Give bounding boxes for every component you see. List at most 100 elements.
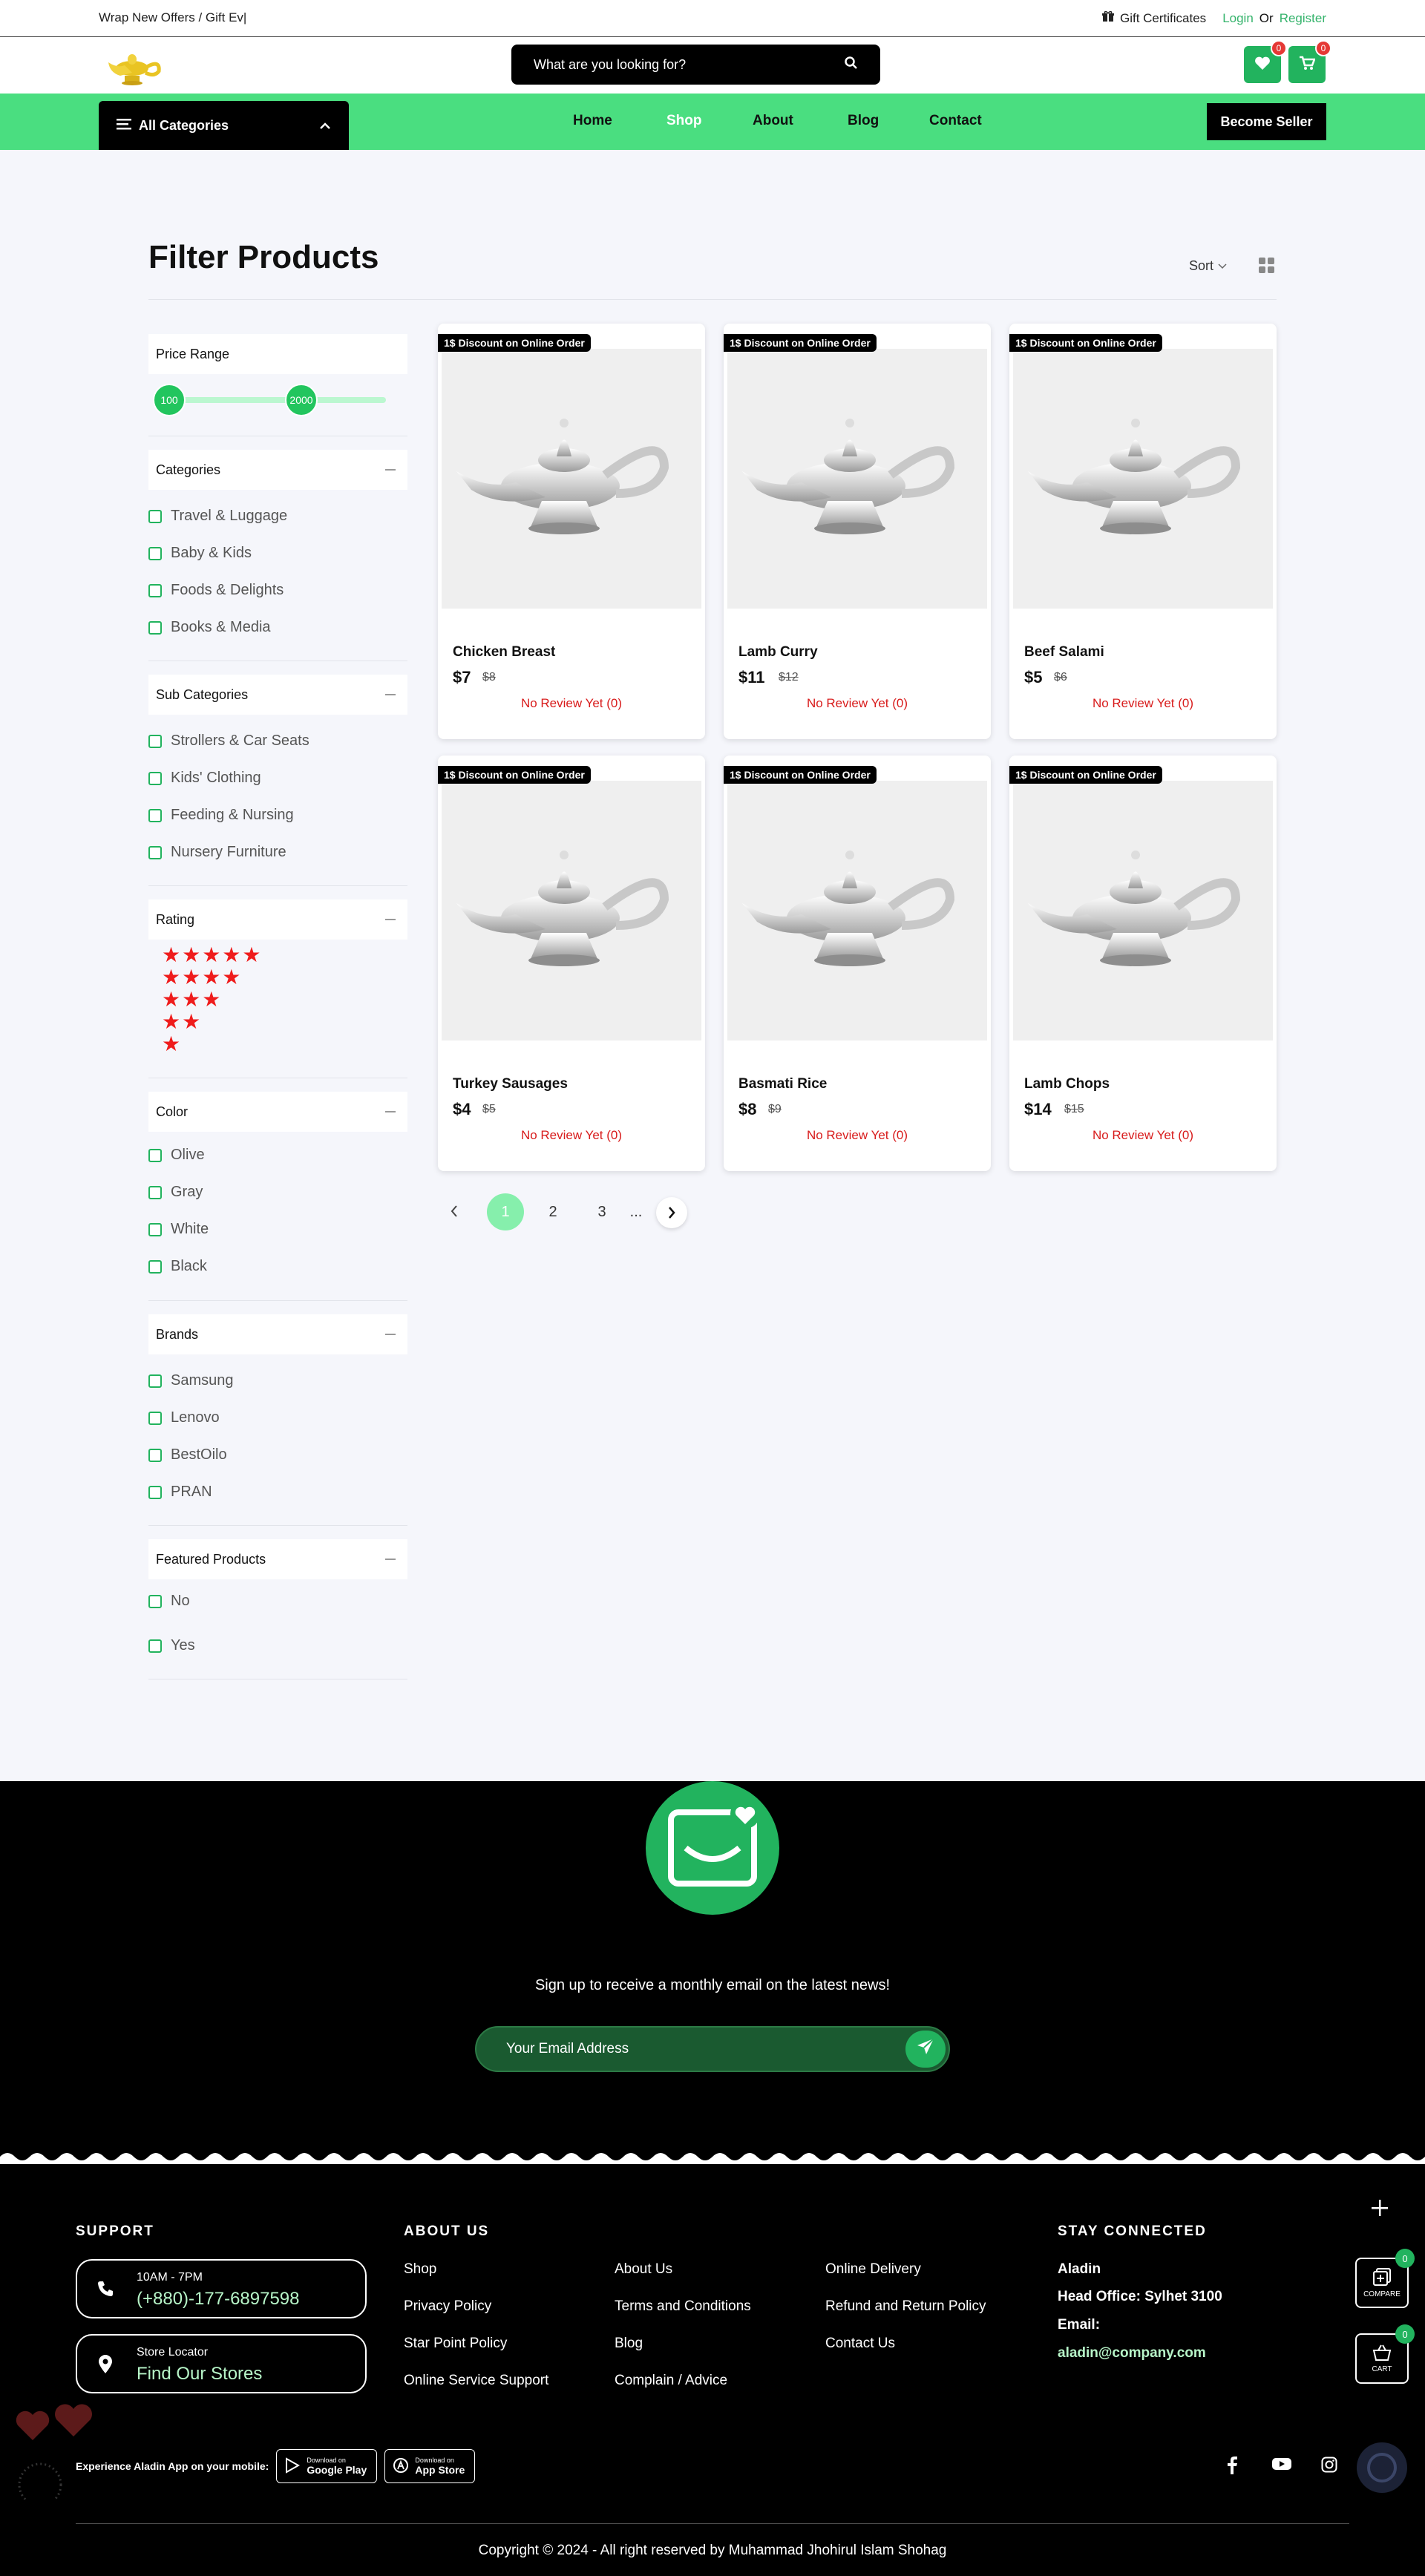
- support-phone-box[interactable]: 10AM - 7PM (+880)-177-6897598: [76, 2259, 367, 2318]
- collapse-icon[interactable]: [385, 1334, 396, 1335]
- footer-link[interactable]: About Us: [615, 2261, 672, 2278]
- store-locator-box[interactable]: Store Locator Find Our Stores: [76, 2334, 367, 2393]
- footer-link[interactable]: Online Service Support: [404, 2373, 548, 2389]
- product-name[interactable]: Basmati Rice: [738, 1076, 827, 1092]
- sub-categories-header[interactable]: Sub Categories: [148, 675, 407, 715]
- rating-1-star[interactable]: ★: [162, 1033, 182, 1055]
- checkbox[interactable]: [148, 1148, 162, 1162]
- category-checkbox[interactable]: Travel & Luggage: [148, 508, 287, 525]
- rating-header[interactable]: Rating: [148, 899, 407, 940]
- page-1-button[interactable]: 1: [487, 1193, 524, 1230]
- checkbox[interactable]: [148, 771, 162, 785]
- footer-link[interactable]: Shop: [404, 2261, 436, 2278]
- email-input[interactable]: Your Email Address: [506, 2041, 629, 2057]
- footer-link[interactable]: Star Point Policy: [404, 2336, 507, 2352]
- checkbox[interactable]: [148, 1485, 162, 1499]
- product-image[interactable]: [727, 349, 987, 609]
- send-button[interactable]: [905, 2031, 946, 2068]
- footer-link[interactable]: Terms and Conditions: [615, 2298, 751, 2315]
- checkbox[interactable]: [148, 1639, 162, 1653]
- checkbox[interactable]: [148, 620, 162, 635]
- featured-checkbox[interactable]: Yes: [148, 1637, 195, 1654]
- collapse-icon[interactable]: [385, 919, 396, 920]
- prev-page-icon[interactable]: [445, 1201, 463, 1222]
- footer-link[interactable]: Privacy Policy: [404, 2298, 491, 2315]
- collapse-icon[interactable]: [385, 694, 396, 695]
- cart-button[interactable]: 0: [1288, 40, 1331, 83]
- become-seller-button[interactable]: Become Seller: [1207, 103, 1326, 140]
- brand-checkbox[interactable]: BestOilo: [148, 1446, 227, 1464]
- checkbox[interactable]: [148, 509, 162, 523]
- product-card[interactable]: 1$ Discount on Online Order Beef Salami $5…: [1009, 324, 1277, 739]
- color-checkbox[interactable]: Gray: [148, 1184, 203, 1201]
- login-link[interactable]: Login: [1222, 11, 1254, 26]
- brand-checkbox[interactable]: PRAN: [148, 1484, 212, 1501]
- nav-shop[interactable]: Shop: [666, 113, 702, 129]
- google-play-button[interactable]: Download on Google Play: [276, 2449, 378, 2483]
- footer-link[interactable]: Online Delivery: [825, 2261, 921, 2278]
- product-name[interactable]: Lamb Curry: [738, 644, 818, 661]
- sort-dropdown[interactable]: Sort: [1189, 258, 1228, 274]
- collapse-icon[interactable]: [385, 469, 396, 471]
- product-image[interactable]: [442, 781, 701, 1040]
- support-phone[interactable]: (+880)-177-6897598: [137, 2289, 300, 2310]
- page-2-button[interactable]: 2: [538, 1193, 568, 1230]
- nav-about[interactable]: About: [753, 113, 793, 129]
- product-card[interactable]: 1$ Discount on Online Order Lamb Chops $14…: [1009, 756, 1277, 1171]
- sub-category-checkbox[interactable]: Strollers & Car Seats: [148, 733, 309, 750]
- all-categories-dropdown[interactable]: All Categories: [99, 101, 349, 150]
- brand-checkbox[interactable]: Lenovo: [148, 1409, 220, 1426]
- grid-view-icon[interactable]: [1259, 258, 1275, 278]
- product-image[interactable]: [1013, 349, 1273, 609]
- price-max-handle[interactable]: 2000: [285, 384, 318, 416]
- brand-checkbox[interactable]: Samsung: [148, 1372, 234, 1389]
- product-name[interactable]: Chicken Breast: [453, 644, 555, 661]
- search-input[interactable]: What are you looking for?: [534, 57, 845, 73]
- sub-category-checkbox[interactable]: Feeding & Nursing: [148, 807, 294, 824]
- rating-4-stars[interactable]: ★★★★: [162, 966, 242, 989]
- product-card[interactable]: 1$ Discount on Online Order Basmati Rice $…: [724, 756, 991, 1171]
- checkbox[interactable]: [148, 1185, 162, 1199]
- rating-3-stars[interactable]: ★★★: [162, 989, 222, 1011]
- product-name[interactable]: Beef Salami: [1024, 644, 1104, 661]
- register-link[interactable]: Register: [1280, 11, 1326, 26]
- nav-blog[interactable]: Blog: [848, 113, 879, 129]
- checkbox[interactable]: [148, 845, 162, 859]
- footer-link[interactable]: Complain / Advice: [615, 2373, 727, 2389]
- instagram-icon[interactable]: [1321, 2457, 1337, 2477]
- facebook-icon[interactable]: [1225, 2457, 1239, 2478]
- checkbox[interactable]: [148, 734, 162, 748]
- featured-checkbox[interactable]: No: [148, 1593, 190, 1610]
- checkbox[interactable]: [148, 1374, 162, 1388]
- featured-header[interactable]: Featured Products: [148, 1539, 407, 1579]
- nav-home[interactable]: Home: [573, 113, 612, 129]
- next-page-icon[interactable]: [656, 1197, 687, 1228]
- checkbox[interactable]: [148, 583, 162, 597]
- product-image[interactable]: [1013, 781, 1273, 1040]
- search-bar[interactable]: What are you looking for?: [511, 45, 880, 85]
- checkbox[interactable]: [148, 1594, 162, 1608]
- checkbox[interactable]: [148, 546, 162, 560]
- rating-5-stars[interactable]: ★★★★★: [162, 944, 263, 966]
- collapse-icon[interactable]: [385, 1111, 396, 1112]
- product-image[interactable]: [442, 349, 701, 609]
- color-checkbox[interactable]: Olive: [148, 1147, 205, 1164]
- product-card[interactable]: 1$ Discount on Online Order Turkey Sausag…: [438, 756, 705, 1171]
- compare-button[interactable]: COMPARE 0: [1355, 2249, 1415, 2308]
- product-name[interactable]: Turkey Sausages: [453, 1076, 568, 1092]
- category-checkbox[interactable]: Foods & Delights: [148, 582, 284, 599]
- collapse-icon[interactable]: [385, 1559, 396, 1560]
- gift-certificates-link[interactable]: Gift Certificates: [1120, 11, 1206, 26]
- brands-header[interactable]: Brands: [148, 1314, 407, 1354]
- side-cart-button[interactable]: CART 0: [1355, 2324, 1415, 2384]
- plus-icon[interactable]: [1370, 2198, 1389, 2221]
- price-min-handle[interactable]: 100: [153, 384, 186, 416]
- newsletter-email-field[interactable]: Your Email Address: [475, 2026, 950, 2072]
- company-email-link[interactable]: aladin@company.com: [1058, 2345, 1206, 2362]
- checkbox[interactable]: [148, 1411, 162, 1425]
- rating-2-stars[interactable]: ★★: [162, 1011, 202, 1033]
- sub-category-checkbox[interactable]: Kids' Clothing: [148, 770, 261, 787]
- footer-link[interactable]: Blog: [615, 2336, 643, 2352]
- nav-contact[interactable]: Contact: [929, 113, 982, 129]
- checkbox[interactable]: [148, 1222, 162, 1236]
